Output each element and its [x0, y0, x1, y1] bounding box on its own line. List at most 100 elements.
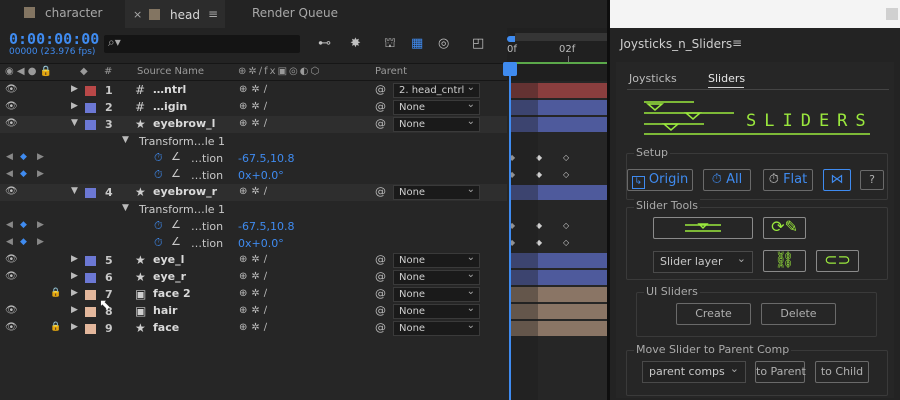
- parent-dropdown[interactable]: None: [393, 183, 480, 200]
- menu-icon[interactable]: ≡: [208, 1, 218, 27]
- current-time-indicator[interactable]: [509, 64, 511, 400]
- layer-row[interactable]: 👁 ▶ 6 ★ eye_r ⊕✲∕ @ None: [0, 268, 507, 286]
- layer-name[interactable]: eye_r: [153, 270, 186, 283]
- prev-keyframe-icon[interactable]: ◀: [6, 169, 13, 179]
- create-button[interactable]: Create: [676, 303, 751, 325]
- parent-dropdown[interactable]: 2. head_cntrl: [393, 81, 480, 98]
- column-parent[interactable]: Parent: [375, 66, 407, 77]
- visibility-eye-icon[interactable]: 👁: [5, 254, 18, 265]
- parent-dropdown[interactable]: None: [393, 302, 480, 319]
- layer-name[interactable]: …ntrl: [153, 83, 186, 96]
- stopwatch-icon[interactable]: ⏱: [154, 236, 163, 250]
- visibility-eye-icon[interactable]: 👁: [5, 84, 18, 95]
- visibility-eye-icon[interactable]: 👁: [5, 186, 18, 197]
- property-group-row[interactable]: ▼ Transform…le 1: [0, 201, 507, 218]
- twirl-toggle-icon[interactable]: ▶: [71, 254, 78, 264]
- stopwatch-icon[interactable]: ⏱: [154, 219, 163, 233]
- tab-render-queue[interactable]: Render Queue: [252, 0, 338, 28]
- layer-switches[interactable]: ⊕✲∕: [239, 271, 271, 282]
- layer-row[interactable]: 🔒 ▶ 7 ▣ face 2 ⊕✲∕ @ None: [0, 285, 507, 303]
- twirl-toggle-icon[interactable]: ▶: [71, 84, 78, 94]
- graph-icon[interactable]: ∠: [171, 218, 181, 231]
- keyframe-toggle-icon[interactable]: ◆: [20, 169, 27, 179]
- graph-icon[interactable]: ∠: [171, 167, 181, 180]
- property-row[interactable]: ◀ ◆ ▶ ⏱ ∠ …tion -67.5,10.8: [0, 150, 507, 167]
- panel-title[interactable]: Joysticks_n_Sliders: [620, 37, 732, 51]
- window-control-icon[interactable]: [886, 8, 898, 20]
- help-button[interactable]: ?: [860, 170, 884, 190]
- motion-blur-icon[interactable]: ◎: [438, 36, 449, 51]
- parent-dropdown[interactable]: None: [393, 98, 480, 115]
- column-source-name[interactable]: Source Name: [137, 66, 204, 77]
- layer-row[interactable]: 👁 🔒 ▶ 9 ★ face ⊕✲∕ @ None: [0, 319, 507, 337]
- origin-button[interactable]: ↳ Origin: [627, 169, 693, 191]
- current-time-display[interactable]: 0:00:00:00: [9, 30, 99, 48]
- next-keyframe-icon[interactable]: ▶: [37, 237, 44, 247]
- pickwhip-icon[interactable]: @: [375, 83, 386, 96]
- keyframe-icon[interactable]: ◇: [563, 153, 569, 162]
- parent-comps-dropdown[interactable]: parent comps: [642, 359, 746, 383]
- property-row[interactable]: ◀ ◆ ▶ ⏱ ∠ …tion 0x+0.0°: [0, 167, 507, 184]
- layer-switches[interactable]: ⊕✲∕: [239, 101, 271, 112]
- layer-switches[interactable]: ⊕✲∕: [239, 254, 271, 265]
- label-color-swatch[interactable]: [85, 290, 96, 300]
- pickwhip-icon[interactable]: @: [375, 185, 386, 198]
- label-color-swatch[interactable]: [85, 86, 96, 96]
- label-color-swatch[interactable]: [85, 120, 96, 130]
- add-slider-button[interactable]: [653, 217, 753, 239]
- layer-name[interactable]: …igin: [153, 100, 187, 113]
- label-color-swatch[interactable]: [85, 307, 96, 317]
- flat-button[interactable]: ⏱ Flat: [763, 169, 813, 191]
- pickwhip-icon[interactable]: @: [375, 321, 386, 334]
- prev-keyframe-icon[interactable]: ◀: [6, 152, 13, 162]
- graph-editor-icon[interactable]: ◰: [472, 36, 484, 51]
- twirl-toggle-icon[interactable]: ▶: [71, 305, 78, 315]
- twirl-toggle-icon[interactable]: ▶: [71, 322, 78, 332]
- layer-row[interactable]: 👁 ▶ 2 # …igin ⊕✲∕ @ None: [0, 98, 507, 116]
- comp-mini-flowchart-icon[interactable]: ⊷: [318, 36, 331, 51]
- layer-name[interactable]: eye_l: [153, 253, 184, 266]
- visibility-eye-icon[interactable]: 👁: [5, 101, 18, 112]
- pickwhip-icon[interactable]: @: [375, 100, 386, 113]
- layer-row[interactable]: 👁 ▶ 1 # …ntrl ⊕✲∕ @2. head_cntrl: [0, 81, 507, 99]
- property-value[interactable]: -67.5,10.8: [238, 220, 294, 233]
- label-color-swatch[interactable]: [85, 273, 96, 283]
- next-keyframe-icon[interactable]: ▶: [37, 169, 44, 179]
- parent-dropdown[interactable]: None: [393, 268, 480, 285]
- tab-head[interactable]: × head ≡: [125, 0, 225, 28]
- tab-character[interactable]: character: [8, 0, 106, 28]
- refresh-edit-button[interactable]: ⟳✎: [763, 217, 806, 239]
- twirl-toggle-icon[interactable]: ▼: [122, 135, 129, 145]
- prev-keyframe-icon[interactable]: ◀: [6, 237, 13, 247]
- split-button[interactable]: ⋈: [823, 169, 851, 191]
- label-column-icon[interactable]: ◆: [80, 66, 88, 77]
- layer-name[interactable]: eyebrow_l: [153, 117, 215, 130]
- twirl-toggle-icon[interactable]: ▼: [71, 186, 78, 196]
- layer-switches[interactable]: ⊕✲∕: [239, 186, 271, 197]
- lock-icon[interactable]: 🔒: [50, 322, 61, 332]
- twirl-toggle-icon[interactable]: ▶: [71, 288, 78, 298]
- shy-layers-icon[interactable]: ⛫: [384, 36, 396, 53]
- visibility-eye-icon[interactable]: 👁: [5, 305, 18, 316]
- label-color-swatch[interactable]: [85, 103, 96, 113]
- graph-icon[interactable]: ∠: [171, 150, 181, 163]
- layer-switches[interactable]: ⊕✲∕: [239, 118, 271, 129]
- layer-switches[interactable]: ⊕✲∕: [239, 84, 271, 95]
- prev-keyframe-icon[interactable]: ◀: [6, 220, 13, 230]
- work-area-bar[interactable]: [515, 33, 607, 41]
- keyframe-icon[interactable]: ◇: [563, 238, 569, 247]
- parent-dropdown[interactable]: None: [393, 319, 480, 336]
- layer-name[interactable]: face 2: [153, 287, 191, 300]
- layer-search-input[interactable]: [104, 35, 300, 53]
- layer-switches[interactable]: ⊕✲∕: [239, 288, 271, 299]
- layer-row[interactable]: 👁 ▶ 8 ▣ hair ⊕✲∕ @ None: [0, 302, 507, 320]
- visibility-eye-icon[interactable]: 👁: [5, 118, 18, 129]
- tab-sliders[interactable]: Sliders: [708, 72, 745, 85]
- next-keyframe-icon[interactable]: ▶: [37, 152, 44, 162]
- parent-dropdown[interactable]: None: [393, 115, 480, 132]
- panel-menu-icon[interactable]: ≡: [732, 36, 742, 50]
- draft-3d-icon[interactable]: ✸: [350, 36, 361, 51]
- pickwhip-icon[interactable]: @: [375, 253, 386, 266]
- all-button[interactable]: ⏱ All: [703, 169, 751, 191]
- layer-switches[interactable]: ⊕✲∕: [239, 322, 271, 333]
